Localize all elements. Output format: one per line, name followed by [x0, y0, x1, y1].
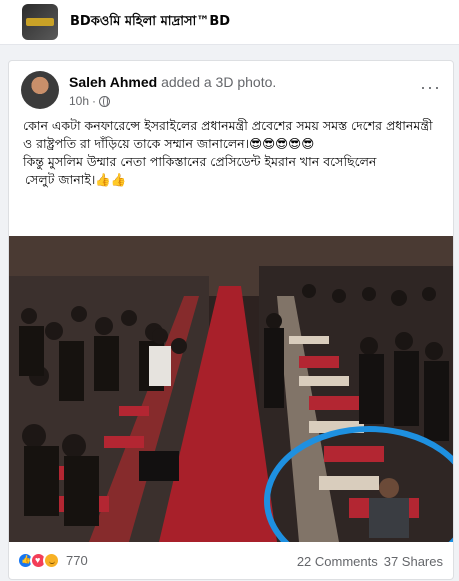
post-footer: 770 22 Comments 37 Shares [9, 545, 453, 577]
post-meta: 10h · [69, 94, 111, 108]
comments-count[interactable]: 22 Comments [297, 554, 378, 569]
post-header: Saleh Ahmed added a 3D photo. 10h · ··· [21, 71, 441, 111]
post-card: Saleh Ahmed added a 3D photo. 10h · ··· … [8, 60, 454, 580]
post-action: added a 3D photo. [161, 74, 277, 90]
reaction-count[interactable]: 770 [66, 553, 88, 568]
shares-count[interactable]: 37 Shares [384, 554, 443, 569]
post-text-para-2: কিন্তু মুসলিম উম্মার নেতা পাকিস্তানের প্… [23, 154, 377, 169]
engagement-stats: 22 Comments 37 Shares [297, 554, 443, 569]
post-text-para-3: সেলুট জানাই।👍👍 [25, 172, 127, 187]
post-text: কোন একটা কনফারেন্সে ইসরাইলের প্রধানমন্ত্… [23, 117, 445, 189]
care-reaction-icon [43, 552, 60, 569]
globe-icon [99, 95, 111, 107]
more-options-icon[interactable]: ··· [420, 77, 441, 98]
post-text-para-1: কোন একটা কনফারেন্সে ইসরাইলের প্রধানমন্ত্… [23, 118, 433, 151]
meta-separator: · [92, 94, 97, 108]
author-avatar[interactable] [21, 71, 59, 109]
group-avatar[interactable] [22, 4, 58, 40]
author-name[interactable]: Saleh Ahmed [69, 74, 157, 90]
group-name[interactable]: BDকওমি মহিলা মাদ্রাসা™BD [70, 12, 230, 33]
reactions-summary[interactable]: 770 [17, 552, 88, 569]
conference-photo-illustration [9, 236, 453, 542]
post-time[interactable]: 10h [69, 94, 89, 108]
group-header: BDকওমি মহিলা মাদ্রাসা™BD [0, 0, 459, 45]
author-line: Saleh Ahmed added a 3D photo. [69, 74, 276, 90]
post-photo[interactable] [9, 236, 453, 542]
